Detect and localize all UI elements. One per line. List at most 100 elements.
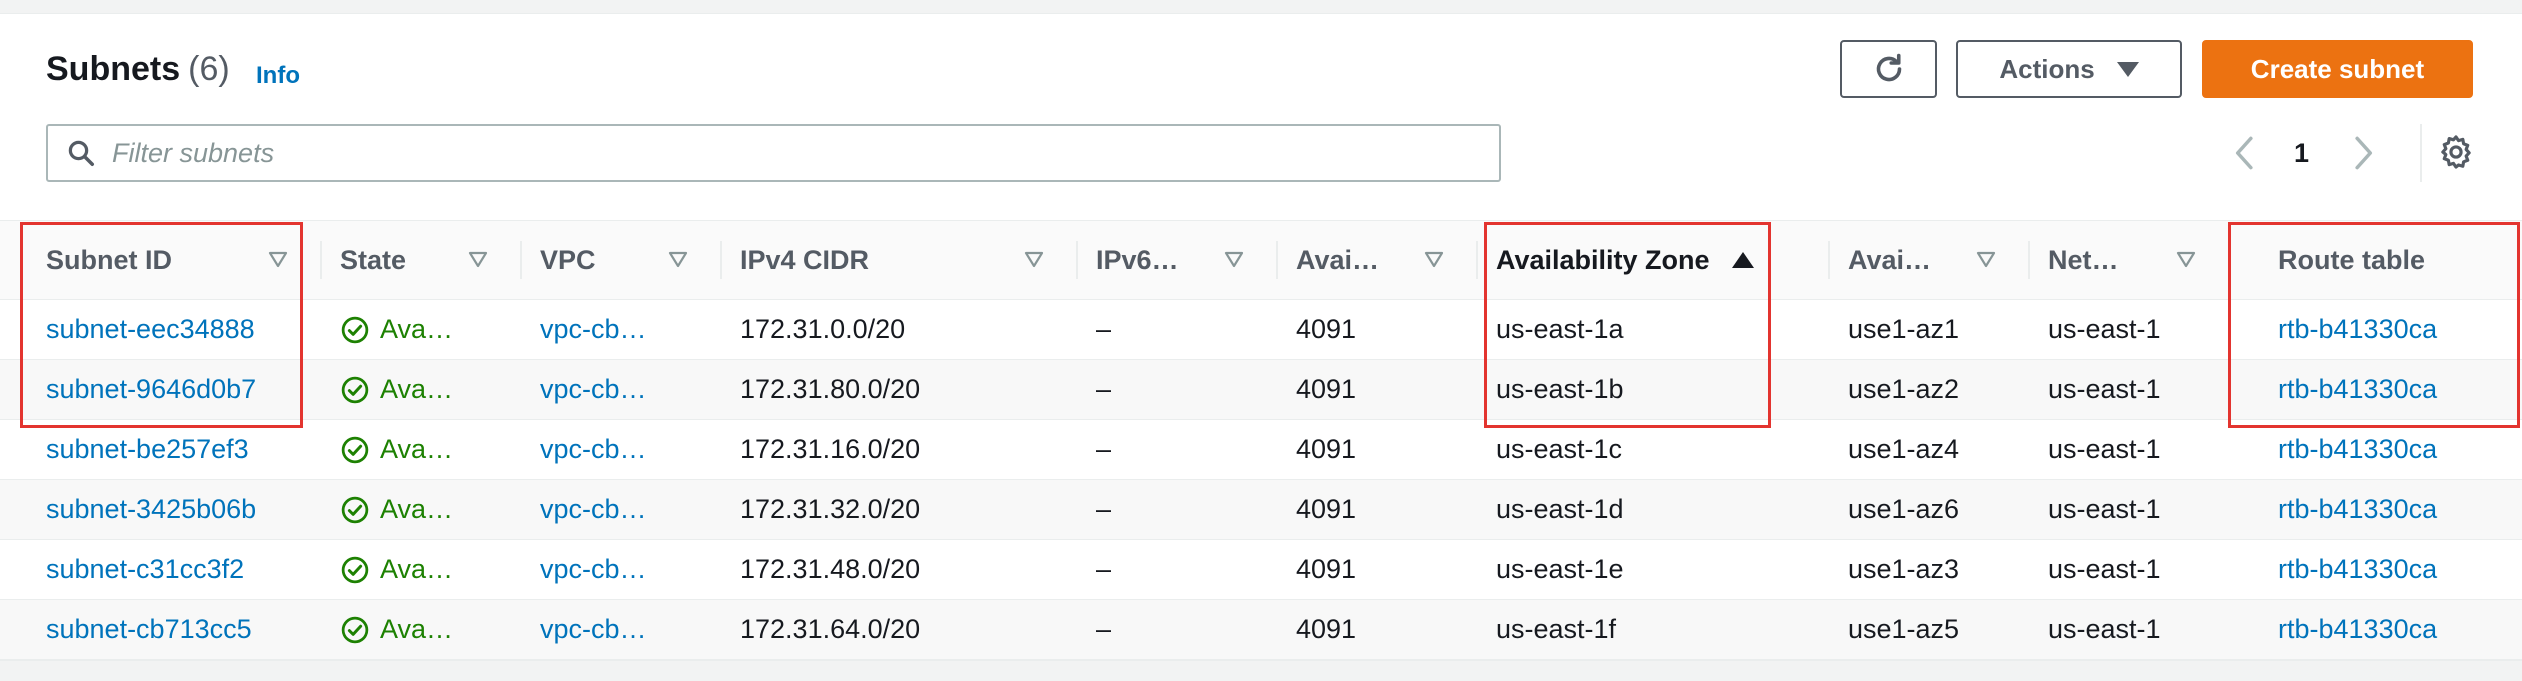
table-row[interactable]: subnet-c31cc3f2 Ava… vpc-cb… 172.31.48.0… (0, 539, 2522, 600)
title-text: Subnets (46, 50, 181, 88)
sort-caret-icon (268, 251, 288, 268)
subnet-id-link[interactable]: subnet-be257ef3 (46, 434, 249, 464)
sort-caret-icon (668, 251, 688, 268)
available-ips-cell: 4091 (1278, 299, 1478, 360)
column-header-subnet-id[interactable]: Subnet ID (0, 220, 322, 300)
column-header-available-ips[interactable]: Avai… (1278, 220, 1478, 300)
availability-zone-cell: us-east-1f (1478, 599, 1830, 660)
search-icon (68, 140, 94, 166)
subnet-id-link[interactable]: subnet-cb713cc5 (46, 614, 252, 644)
sort-caret-icon (1024, 251, 1044, 268)
chevron-right-icon[interactable] (2348, 134, 2378, 172)
network-border-cell: us-east-1 (2030, 599, 2230, 660)
vpc-link[interactable]: vpc-cb… (540, 614, 647, 644)
network-border-cell: us-east-1 (2030, 359, 2230, 420)
check-circle-icon (341, 556, 369, 583)
column-header-availability-zone[interactable]: Availability Zone (1478, 220, 1830, 300)
route-table-link[interactable]: rtb-b41330ca (2278, 434, 2437, 464)
state-cell: Ava… (340, 314, 522, 345)
gear-icon[interactable] (2437, 133, 2475, 171)
ipv4-cidr-cell: 172.31.80.0/20 (722, 359, 1078, 420)
availability-zone-cell: us-east-1d (1478, 479, 1830, 540)
table-row[interactable]: subnet-9646d0b7 Ava… vpc-cb… 172.31.80.0… (0, 359, 2522, 420)
subnet-id-link[interactable]: subnet-9646d0b7 (46, 374, 256, 404)
ipv6-cidr-cell: – (1078, 599, 1278, 660)
available-ips-cell: 4091 (1278, 479, 1478, 540)
actions-label: Actions (1999, 53, 2095, 84)
network-border-cell: us-east-1 (2030, 479, 2230, 540)
ipv6-cidr-cell: – (1078, 299, 1278, 360)
route-table-link[interactable]: rtb-b41330ca (2278, 494, 2437, 524)
current-page[interactable]: 1 (2294, 138, 2309, 169)
table-header-row: Subnet ID State VPC IPv4 CIDR IPv6… Avai… (0, 220, 2522, 300)
subnet-id-link[interactable]: subnet-eec34888 (46, 314, 255, 344)
vpc-link[interactable]: vpc-cb… (540, 494, 647, 524)
column-label: State (340, 244, 407, 275)
table-row[interactable]: subnet-3425b06b Ava… vpc-cb… 172.31.32.0… (0, 479, 2522, 540)
state-text: Ava… (380, 434, 454, 464)
state-text: Ava… (380, 374, 454, 404)
state-text: Ava… (380, 494, 454, 524)
route-table-link[interactable]: rtb-b41330ca (2278, 374, 2437, 404)
column-header-route-table[interactable]: Route table (2230, 220, 2522, 300)
vpc-link[interactable]: vpc-cb… (540, 554, 647, 584)
az-id-cell: use1-az4 (1830, 419, 2030, 480)
vpc-link[interactable]: vpc-cb… (540, 314, 647, 344)
subnet-count: (6) (188, 50, 230, 88)
ipv4-cidr-cell: 172.31.64.0/20 (722, 599, 1078, 660)
ipv4-cidr-cell: 172.31.48.0/20 (722, 539, 1078, 600)
column-label: Avai… (1848, 244, 1932, 275)
info-link[interactable]: Info (256, 62, 300, 90)
vpc-link[interactable]: vpc-cb… (540, 434, 647, 464)
page-title: Subnets (6) (46, 50, 230, 89)
availability-zone-cell: us-east-1b (1478, 359, 1830, 420)
ipv6-cidr-cell: – (1078, 419, 1278, 480)
state-text: Ava… (380, 554, 454, 584)
table-row[interactable]: subnet-cb713cc5 Ava… vpc-cb… 172.31.64.0… (0, 599, 2522, 660)
network-border-cell: us-east-1 (2030, 539, 2230, 600)
availability-zone-cell: us-east-1c (1478, 419, 1830, 480)
refresh-button[interactable] (1840, 40, 1937, 98)
sort-caret-icon (1976, 251, 1996, 268)
state-text: Ava… (380, 614, 454, 644)
column-header-state[interactable]: State (322, 220, 522, 300)
state-cell: Ava… (340, 494, 522, 525)
ipv6-cidr-cell: – (1078, 479, 1278, 540)
table-row[interactable]: subnet-eec34888 Ava… vpc-cb… 172.31.0.0/… (0, 299, 2522, 360)
search-input[interactable] (110, 136, 1464, 170)
subnet-id-link[interactable]: subnet-c31cc3f2 (46, 554, 244, 584)
route-table-link[interactable]: rtb-b41330ca (2278, 554, 2437, 584)
table-footer-gap (0, 660, 2522, 681)
check-circle-icon (341, 376, 369, 403)
state-cell: Ava… (340, 374, 522, 405)
column-label: Availability Zone (1496, 244, 1710, 275)
ipv4-cidr-cell: 172.31.16.0/20 (722, 419, 1078, 480)
ipv4-cidr-cell: 172.31.0.0/20 (722, 299, 1078, 360)
route-table-link[interactable]: rtb-b41330ca (2278, 614, 2437, 644)
create-subnet-button[interactable]: Create subnet (2202, 40, 2473, 98)
column-header-az-id[interactable]: Avai… (1830, 220, 2030, 300)
column-label: Avai… (1296, 244, 1380, 275)
column-header-network-border[interactable]: Net… (2030, 220, 2230, 300)
subnet-id-link[interactable]: subnet-3425b06b (46, 494, 256, 524)
subnets-table: Subnet ID State VPC IPv4 CIDR IPv6… Avai… (0, 220, 2522, 660)
available-ips-cell: 4091 (1278, 419, 1478, 480)
sort-caret-icon (2176, 251, 2196, 268)
vpc-link[interactable]: vpc-cb… (540, 374, 647, 404)
column-header-vpc[interactable]: VPC (522, 220, 722, 300)
table-row[interactable]: subnet-be257ef3 Ava… vpc-cb… 172.31.16.0… (0, 419, 2522, 480)
pager-divider (2420, 124, 2422, 182)
chevron-left-icon[interactable] (2230, 134, 2260, 172)
column-header-ipv4-cidr[interactable]: IPv4 CIDR (722, 220, 1078, 300)
available-ips-cell: 4091 (1278, 599, 1478, 660)
state-cell: Ava… (340, 434, 522, 465)
column-header-ipv6[interactable]: IPv6… (1078, 220, 1278, 300)
search-field[interactable] (46, 124, 1501, 182)
ipv6-cidr-cell: – (1078, 539, 1278, 600)
network-border-cell: us-east-1 (2030, 299, 2230, 360)
column-label: Net… (2048, 244, 2119, 275)
route-table-link[interactable]: rtb-b41330ca (2278, 314, 2437, 344)
available-ips-cell: 4091 (1278, 539, 1478, 600)
availability-zone-cell: us-east-1a (1478, 299, 1830, 360)
actions-dropdown-button[interactable]: Actions (1956, 40, 2182, 98)
